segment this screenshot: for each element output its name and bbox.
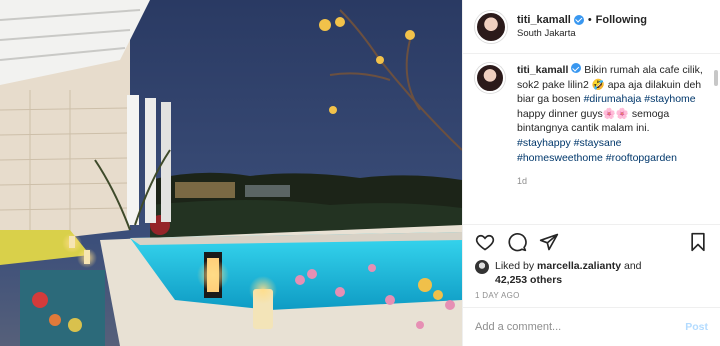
- post-sidebar: titi_kamall • Following South Jakarta ti…: [462, 0, 720, 346]
- post-date[interactable]: 1 DAY AGO: [475, 291, 708, 300]
- post-header: titi_kamall • Following South Jakarta: [463, 0, 720, 54]
- scrollbar-thumb[interactable]: [714, 70, 718, 86]
- header-row: titi_kamall • Following: [517, 13, 647, 27]
- likes-prefix: Liked by: [495, 260, 538, 272]
- header-text: titi_kamall • Following South Jakarta: [517, 13, 647, 41]
- caption-area: titi_kamall Bikin rumah ala cafe cilik, …: [475, 63, 706, 223]
- post-comment-button[interactable]: Post: [685, 321, 708, 333]
- caption-username[interactable]: titi_kamall: [517, 64, 568, 76]
- likes-text: Liked by marcella.zalianty and 42,253 ot…: [495, 259, 642, 287]
- comment-icon[interactable]: [507, 232, 527, 252]
- hashtag-stayhappy[interactable]: #stayhappy: [517, 137, 571, 149]
- location-link[interactable]: South Jakarta: [517, 27, 647, 41]
- caption-text-3: happy dinner guys: [517, 107, 603, 120]
- likes-summary: Liked by marcella.zalianty and 42,253 ot…: [475, 259, 708, 287]
- separator-dot: •: [587, 13, 592, 26]
- hashtag-staysane[interactable]: #staysane: [574, 137, 622, 149]
- verified-badge-icon: [573, 14, 584, 25]
- liker-avatar[interactable]: [475, 260, 489, 274]
- likes-count[interactable]: 42,253 others: [495, 274, 562, 286]
- verified-badge-icon: [571, 63, 582, 73]
- comment-box: Add a comment... Post: [463, 307, 720, 346]
- heart-icon[interactable]: [475, 232, 495, 252]
- emoji-laugh: 🤣: [591, 78, 605, 91]
- comment-input[interactable]: Add a comment...: [475, 321, 685, 333]
- action-icons: [475, 229, 708, 255]
- actions-area: Liked by marcella.zalianty and 42,253 ot…: [463, 224, 720, 300]
- caption-avatar[interactable]: [475, 63, 505, 93]
- caption-text: titi_kamall Bikin rumah ala cafe cilik, …: [517, 63, 706, 223]
- caption-time-ago[interactable]: 1d: [517, 174, 706, 189]
- following-button[interactable]: Following: [596, 13, 647, 27]
- liker-username[interactable]: marcella.zalianty: [537, 260, 621, 272]
- hashtag-stayhome[interactable]: #stayhome: [644, 93, 695, 105]
- share-icon[interactable]: [539, 232, 559, 252]
- hashtag-dirumahaja[interactable]: #dirumahaja: [584, 93, 642, 105]
- rooftop-pool-photo: [0, 0, 462, 346]
- hashtag-homesweethome[interactable]: #homesweethome: [517, 152, 603, 164]
- post-photo[interactable]: [0, 0, 462, 346]
- header-username[interactable]: titi_kamall: [517, 13, 571, 27]
- avatar[interactable]: [475, 10, 507, 43]
- emoji-flowers: 🌸🌸: [602, 107, 629, 120]
- likes-mid: and: [621, 260, 642, 272]
- bookmark-icon[interactable]: [688, 232, 708, 252]
- instagram-post: titi_kamall • Following South Jakarta ti…: [0, 0, 720, 346]
- hashtag-rooftopgarden[interactable]: #rooftopgarden: [606, 152, 677, 164]
